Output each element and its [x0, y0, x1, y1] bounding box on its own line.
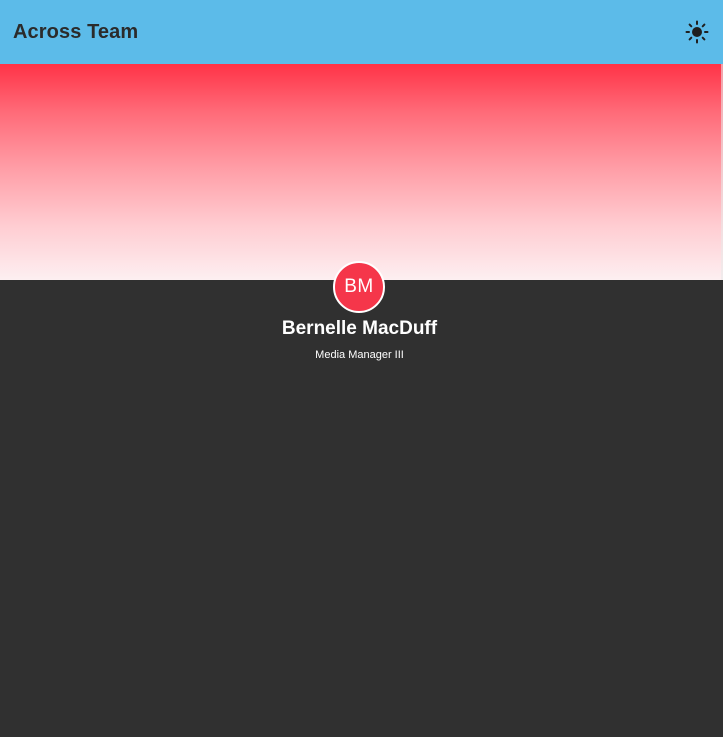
top-app-bar: Across Team: [0, 0, 723, 64]
sun-icon: [685, 20, 709, 44]
avatar: BM: [333, 261, 385, 313]
profile-role: Media Manager III: [315, 349, 404, 361]
app-title: Across Team: [13, 20, 139, 43]
theme-toggle-button[interactable]: [684, 19, 710, 45]
avatar-initials: BM: [344, 276, 374, 297]
profile-name: Bernelle MacDuff: [281, 318, 438, 339]
profile-banner: [0, 64, 723, 280]
app-root: Across Team BM Bernelle MacDuff Media Ma…: [0, 0, 723, 737]
